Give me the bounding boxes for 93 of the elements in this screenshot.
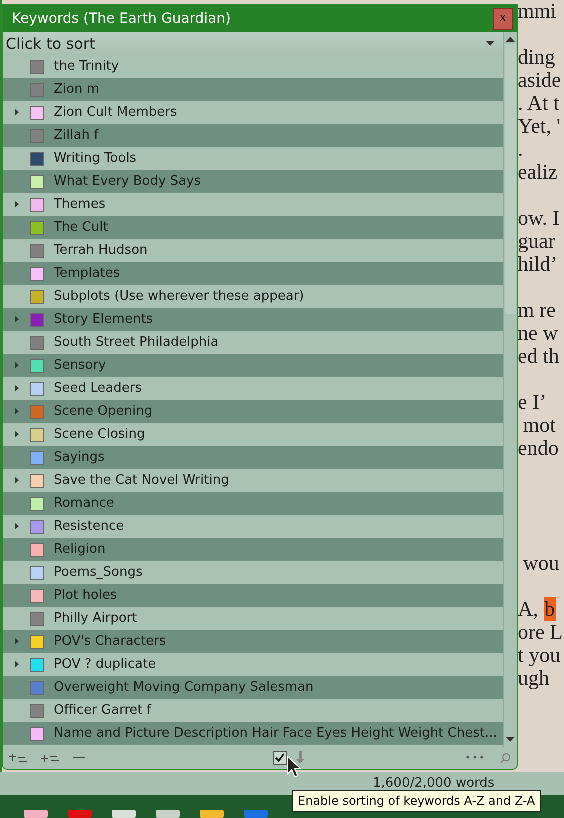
document-text: guar	[518, 230, 556, 253]
keyword-label: Zion Cult Members	[54, 105, 178, 120]
keyword-row[interactable]: What Every Body Says	[3, 170, 503, 193]
document-text: ed th	[518, 345, 560, 368]
document-text: ore L	[518, 621, 564, 644]
expand-icon[interactable]	[14, 638, 18, 645]
expand-icon[interactable]	[14, 109, 18, 116]
keyword-row[interactable]: POV's Characters	[3, 630, 503, 653]
keyword-row[interactable]: Story Elements	[3, 308, 503, 331]
keyword-label: Scene Closing	[54, 427, 146, 442]
keyword-label: Name and Picture Description Hair Face Eyes Height Weight Chest...	[54, 726, 498, 741]
keyword-label: Sayings	[54, 450, 105, 465]
document-text: . At t	[518, 92, 560, 115]
keyword-label: What Every Body Says	[54, 174, 201, 189]
keyword-label: POV's Characters	[54, 634, 166, 649]
expand-icon[interactable]	[14, 201, 18, 208]
keyword-label: Philly Airport	[54, 611, 138, 626]
keyword-label: Save the Cat Novel Writing	[54, 473, 230, 488]
keyword-label: the Trinity	[54, 59, 120, 74]
scroll-up-icon[interactable]	[506, 37, 515, 42]
keyword-row[interactable]: Romance	[3, 492, 503, 515]
keyword-label: POV ? duplicate	[54, 657, 156, 672]
keyword-label: Resistence	[54, 519, 124, 534]
keyword-row[interactable]: Sayings	[3, 446, 503, 469]
expand-icon[interactable]	[14, 431, 18, 438]
document-text: e I’	[518, 391, 548, 414]
document-text: endo	[518, 437, 560, 460]
keyword-label: Scene Opening	[54, 404, 153, 419]
expand-icon[interactable]	[14, 362, 18, 369]
keyword-row[interactable]: Scene Opening	[3, 400, 503, 423]
keyword-label: Overweight Moving Company Salesman	[54, 680, 314, 695]
keyword-row[interactable]: Zillah f	[3, 124, 503, 147]
document-text: hild’	[518, 253, 559, 276]
keyword-label: Zillah f	[54, 128, 99, 143]
expand-icon[interactable]	[14, 316, 18, 323]
sort-icon[interactable]	[293, 750, 305, 766]
document-text: A, b	[518, 598, 558, 621]
keyword-row[interactable]: Plot holes	[3, 584, 503, 607]
keyword-row[interactable]: Religion	[3, 538, 503, 561]
keyword-label: South Street Philadelphia	[54, 335, 219, 350]
keyword-label: Officer Garret f	[54, 703, 152, 718]
document-text: ding	[518, 46, 556, 69]
document-text: ne w	[518, 322, 560, 345]
window-title: Keywords (The Earth Guardian)	[12, 10, 231, 26]
cursor-icon	[287, 756, 301, 778]
expand-icon[interactable]	[14, 523, 18, 530]
keyword-row[interactable]: Sensory	[3, 354, 503, 377]
keyword-label: Romance	[54, 496, 114, 511]
keyword-label: Terrah Hudson	[54, 243, 148, 258]
sort-checkbox[interactable]	[273, 751, 287, 765]
dropdown-icon	[486, 41, 495, 46]
keyword-row[interactable]: Name and Picture Description Hair Face Eyes Height Weight Chest...	[3, 722, 503, 745]
expand-icon[interactable]	[14, 408, 18, 415]
document-text: aside	[518, 69, 562, 92]
keyword-label: Zion m	[54, 82, 100, 97]
document-text: Yet, '	[518, 115, 562, 138]
keyword-label: Story Elements	[54, 312, 154, 327]
tooltip: Enable sorting of keywords A-Z and Z-A	[292, 790, 542, 812]
document-text: ugh	[518, 667, 550, 690]
scrollbar[interactable]	[503, 32, 517, 747]
document-text: ealiz	[518, 161, 559, 184]
remove-icon[interactable]	[73, 756, 85, 760]
document-text: wou	[522, 552, 560, 575]
keyword-row[interactable]: The Cult	[3, 216, 503, 239]
expand-icon[interactable]	[14, 661, 18, 668]
keyword-row[interactable]: Templates	[3, 262, 503, 285]
expand-icon[interactable]	[14, 477, 18, 484]
keyword-label: Templates	[54, 266, 120, 281]
more-button[interactable]: •••	[465, 752, 486, 764]
keyword-label: The Cult	[54, 220, 108, 235]
document-text: t you	[518, 644, 562, 667]
word-count: 1,600/2,000 words	[373, 776, 495, 791]
keyword-label: Religion	[54, 542, 106, 557]
expand-icon[interactable]	[14, 385, 18, 392]
scrollbar-thumb[interactable]	[505, 44, 516, 314]
add-child-icon[interactable]	[41, 754, 59, 762]
document-text: ow. I	[518, 207, 561, 230]
document-text: mmi	[518, 0, 558, 23]
scroll-down-icon[interactable]	[506, 737, 515, 742]
document-text: .	[518, 138, 524, 161]
keyword-label: Subplots (Use wherever these appear)	[54, 289, 304, 304]
keyword-label: Sensory	[54, 358, 106, 373]
keyword-label: Plot holes	[54, 588, 118, 603]
keyword-label: Seed Leaders	[54, 381, 142, 396]
document-text: m re	[518, 299, 557, 322]
keyword-label: Themes	[54, 197, 106, 212]
keyword-label: Writing Tools	[54, 151, 137, 166]
keyword-row[interactable]: Zion m	[3, 78, 503, 101]
keyword-label: Poems_Songs	[54, 565, 143, 580]
close-button[interactable]: x	[493, 8, 513, 30]
add-icon[interactable]	[9, 754, 27, 762]
keyword-row[interactable]: Overweight Moving Company Salesman	[3, 676, 503, 699]
document-text: mot	[522, 414, 557, 437]
